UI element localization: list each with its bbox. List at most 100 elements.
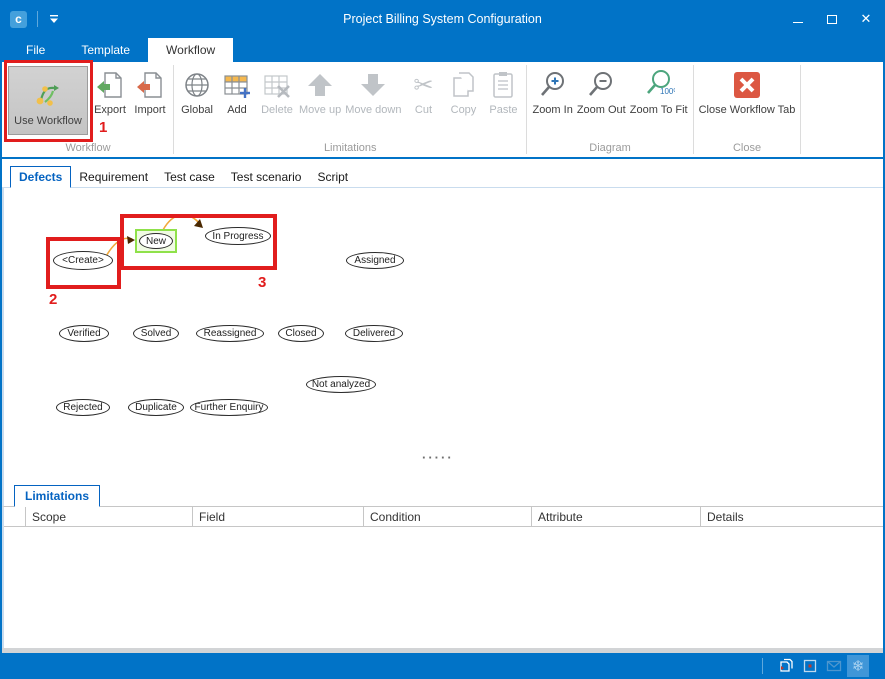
statusbar-snowflake-button[interactable]: ❄ xyxy=(847,655,869,677)
menu-tab-file[interactable]: File xyxy=(8,38,63,62)
statusbar-mail-button[interactable] xyxy=(823,655,845,677)
minimize-icon xyxy=(793,22,803,23)
cut-label: Cut xyxy=(415,104,432,117)
ribbon-group-label-close: Close xyxy=(697,141,798,157)
ribbon-group-label-limitations: Limitations xyxy=(177,141,523,157)
column-header-condition[interactable]: Condition xyxy=(364,507,532,527)
close-workflow-tab-icon xyxy=(731,68,763,102)
ribbon-group-label-diagram: Diagram xyxy=(530,141,689,157)
state-node-solved[interactable]: Solved xyxy=(133,325,179,342)
menu-tab-template[interactable]: Template xyxy=(63,38,148,62)
statusbar-copy-pages-button[interactable] xyxy=(775,655,797,677)
state-node-reassigned[interactable]: Reassigned xyxy=(196,325,264,342)
maximize-icon xyxy=(827,15,837,24)
close-workflow-tab-label: Close Workflow Tab xyxy=(699,104,796,117)
state-node-verified[interactable]: Verified xyxy=(59,325,109,342)
move-up-icon xyxy=(305,68,335,102)
move-down-button: Move down xyxy=(343,64,403,141)
titlebar-separator xyxy=(37,11,38,27)
workflow-canvas[interactable]: <Create> New In Progress Assigned Verifi… xyxy=(2,188,883,482)
close-icon: ✕ xyxy=(861,11,872,27)
move-down-label: Move down xyxy=(345,104,401,117)
close-button[interactable]: ✕ xyxy=(849,2,883,36)
export-icon xyxy=(95,68,125,102)
add-table-icon xyxy=(222,68,252,102)
ribbon-group-limitations: Global Add xyxy=(175,62,525,157)
globe-icon xyxy=(182,68,212,102)
ribbon-separator xyxy=(173,65,174,154)
column-header-details[interactable]: Details xyxy=(701,507,883,527)
tab-script[interactable]: Script xyxy=(309,167,356,187)
state-node-new[interactable]: New xyxy=(139,233,173,249)
state-node-duplicate[interactable]: Duplicate xyxy=(128,399,184,416)
state-node-not-analyzed[interactable]: Not analyzed xyxy=(306,376,376,393)
paste-button: Paste xyxy=(483,64,523,141)
quick-access-dropdown-icon[interactable] xyxy=(48,13,60,25)
paste-icon xyxy=(488,68,518,102)
zoom-to-fit-icon: 100% xyxy=(643,68,675,102)
zoom-out-icon xyxy=(586,68,616,102)
annotation-number-2: 2 xyxy=(49,291,57,308)
state-node-rejected[interactable]: Rejected xyxy=(56,399,110,416)
zoom-out-button[interactable]: Zoom Out xyxy=(575,64,628,141)
state-node-create[interactable]: <Create> xyxy=(53,251,113,270)
zoom-in-label: Zoom In xyxy=(532,104,572,117)
state-node-assigned[interactable]: Assigned xyxy=(346,252,404,269)
app-icon[interactable]: c xyxy=(10,11,27,28)
column-header-selector[interactable] xyxy=(4,507,26,527)
add-label: Add xyxy=(227,104,247,117)
annotation-number-3: 3 xyxy=(258,274,266,291)
minimize-button[interactable] xyxy=(781,2,815,36)
move-down-icon xyxy=(358,68,388,102)
add-button[interactable]: Add xyxy=(217,64,257,141)
mail-icon xyxy=(826,658,842,674)
status-bar: ❄ xyxy=(2,653,883,679)
tab-test-scenario[interactable]: Test scenario xyxy=(223,167,310,187)
global-label: Global xyxy=(181,104,213,117)
state-node-delivered[interactable]: Delivered xyxy=(345,325,403,342)
statusbar-dialog-button[interactable] xyxy=(799,655,821,677)
copy-label: Copy xyxy=(451,104,477,117)
scissors-icon: ✂ xyxy=(413,68,433,102)
paste-label: Paste xyxy=(489,104,517,117)
state-node-new-highlight: New xyxy=(135,229,177,253)
column-header-field[interactable]: Field xyxy=(193,507,364,527)
state-node-closed[interactable]: Closed xyxy=(278,325,324,342)
use-workflow-icon xyxy=(33,77,63,111)
zoom-to-fit-button[interactable]: 100% Zoom To Fit xyxy=(628,64,690,141)
zoom-in-button[interactable]: Zoom In xyxy=(530,64,574,141)
ribbon-group-close: Close Workflow Tab Close xyxy=(695,62,800,157)
zoom-out-label: Zoom Out xyxy=(577,104,626,117)
state-node-in-progress[interactable]: In Progress xyxy=(205,227,271,245)
tab-defects[interactable]: Defects xyxy=(10,166,71,188)
tab-limitations[interactable]: Limitations xyxy=(14,485,100,507)
ribbon: Use Workflow Export xyxy=(2,62,883,159)
use-workflow-button[interactable]: Use Workflow xyxy=(8,66,88,135)
column-header-scope[interactable]: Scope xyxy=(26,507,193,527)
maximize-button[interactable] xyxy=(815,2,849,36)
app-window: c Project Billing System Configuration ✕… xyxy=(0,0,885,679)
import-label: Import xyxy=(134,104,165,117)
arrow-new-to-inprogress xyxy=(163,215,200,230)
delete-table-icon xyxy=(262,68,292,102)
limitations-table-body[interactable] xyxy=(2,527,883,648)
column-header-attribute[interactable]: Attribute xyxy=(532,507,701,527)
tab-requirement[interactable]: Requirement xyxy=(71,167,156,187)
import-icon xyxy=(135,68,165,102)
close-workflow-tab-button[interactable]: Close Workflow Tab xyxy=(697,64,798,141)
global-button[interactable]: Global xyxy=(177,64,217,141)
export-button[interactable]: Export xyxy=(90,64,130,141)
ribbon-group-workflow: Use Workflow Export xyxy=(4,62,172,157)
tab-test-case[interactable]: Test case xyxy=(156,167,223,187)
arrowhead-create-to-new xyxy=(127,236,135,244)
import-button[interactable]: Import xyxy=(130,64,170,141)
move-up-button: Move up xyxy=(297,64,343,141)
zoom-fit-badge: 100% xyxy=(660,87,675,96)
menu-tab-workflow[interactable]: Workflow xyxy=(148,38,233,62)
state-node-further-enquiry[interactable]: Further Enquiry xyxy=(190,399,268,416)
arrowhead-new-to-inprogress xyxy=(194,219,203,228)
copy-icon xyxy=(448,68,478,102)
window-title: Project Billing System Configuration xyxy=(2,12,883,26)
delete-button: Delete xyxy=(257,64,297,141)
export-label: Export xyxy=(94,104,126,117)
